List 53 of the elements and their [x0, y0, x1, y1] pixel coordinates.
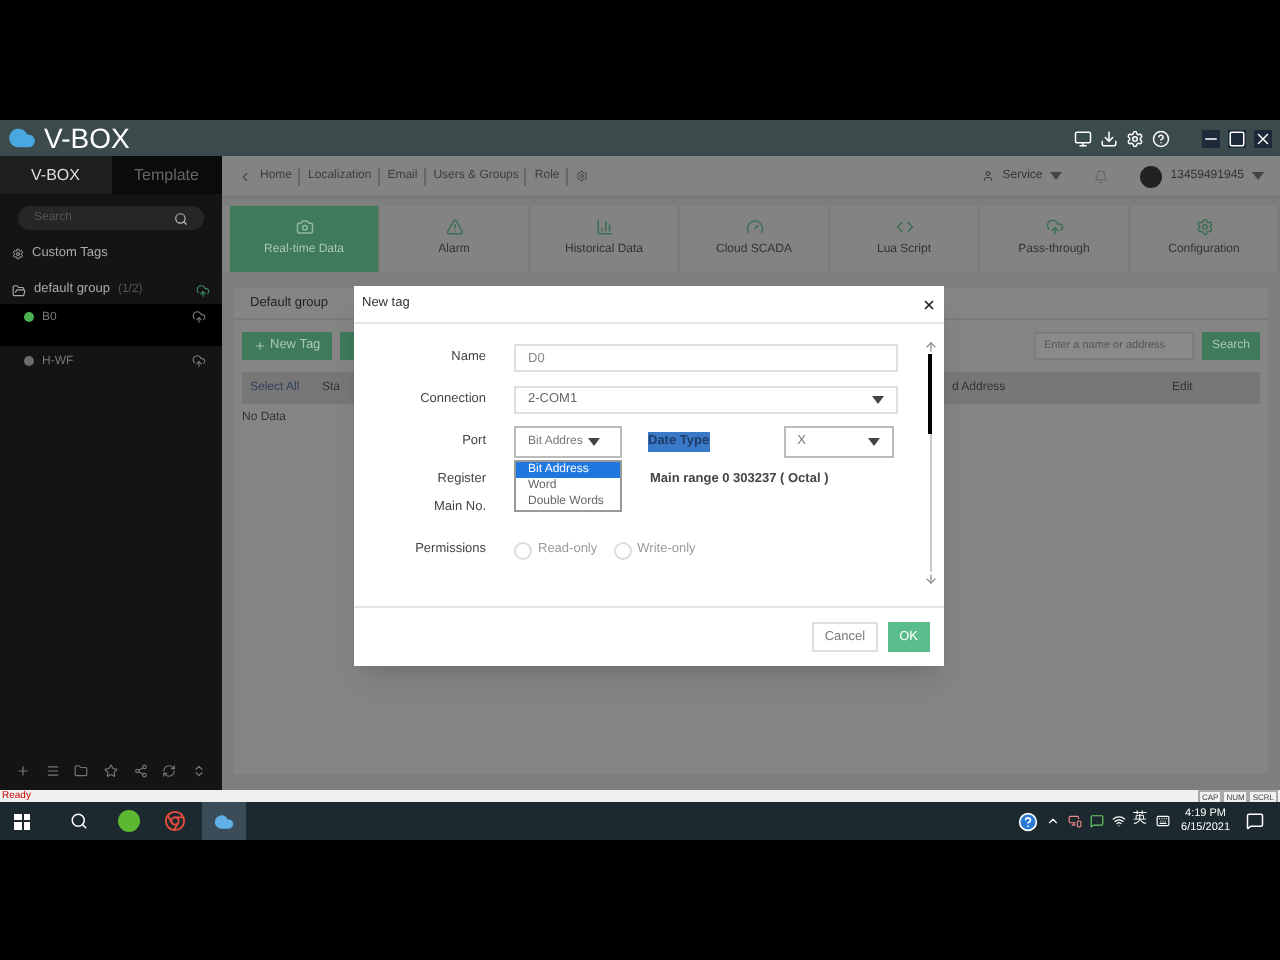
bar-chart-icon: [595, 218, 613, 236]
close-icon[interactable]: [922, 297, 936, 311]
gear-icon: [12, 248, 24, 260]
caret-icon: [872, 396, 884, 404]
display-icon[interactable]: [1067, 814, 1082, 828]
person-icon: [982, 170, 995, 182]
chevron-up-icon[interactable]: [1045, 814, 1060, 828]
network-icon[interactable]: [1111, 814, 1126, 828]
minimize-icon[interactable]: [1202, 129, 1220, 147]
app-title: V-BOX: [44, 119, 130, 157]
active-app-tab[interactable]: [202, 802, 246, 840]
star-icon[interactable]: [103, 763, 118, 777]
help-icon[interactable]: [1017, 811, 1038, 831]
cloud-upload-icon[interactable]: [196, 283, 210, 297]
cloud-icon: [214, 811, 234, 831]
chat-icon[interactable]: [1089, 814, 1104, 828]
caret-icon: [1252, 172, 1264, 180]
caret-icon: [588, 438, 601, 446]
browser-icon[interactable]: [164, 810, 186, 832]
camera-icon: [295, 218, 313, 236]
add-icon: [254, 340, 266, 352]
settings-icon[interactable]: [1126, 129, 1144, 147]
gear-icon: [1195, 218, 1213, 236]
cloud-upload-icon: [1045, 218, 1063, 236]
sort-icon[interactable]: [192, 763, 207, 777]
list-icon[interactable]: [45, 763, 60, 777]
monitor-icon[interactable]: [1074, 129, 1092, 147]
download-icon[interactable]: [1100, 129, 1118, 147]
scroll-up-icon[interactable]: [923, 340, 937, 354]
keyboard-icon[interactable]: [1155, 814, 1170, 828]
scroll-down-icon[interactable]: [923, 572, 937, 586]
warning-icon: [445, 218, 463, 236]
avatar: [1140, 165, 1163, 187]
cloud-logo-icon: [8, 124, 36, 152]
sidebar-tab[interactable]: V-BOX: [0, 156, 111, 194]
search-icon: [174, 211, 188, 225]
notification-icon[interactable]: [1246, 812, 1264, 830]
maximize-icon[interactable]: [1228, 129, 1246, 147]
scrollbar-thumb[interactable]: [928, 354, 932, 434]
share-icon[interactable]: [133, 763, 148, 777]
refresh-icon[interactable]: [162, 763, 177, 777]
code-icon: [895, 218, 913, 236]
gauge-icon: [745, 218, 763, 236]
help-icon[interactable]: [1152, 129, 1170, 147]
caret-icon: [1050, 172, 1063, 180]
search-icon[interactable]: [70, 812, 88, 830]
back-icon[interactable]: [238, 169, 252, 183]
cloud-upload-icon[interactable]: [192, 354, 206, 368]
windows-start-icon[interactable]: [14, 813, 30, 829]
caret-icon: [867, 438, 880, 446]
cloud-upload-icon[interactable]: [192, 310, 206, 324]
sidebar-tab[interactable]: Template: [111, 156, 222, 194]
folder-icon[interactable]: [74, 763, 89, 777]
